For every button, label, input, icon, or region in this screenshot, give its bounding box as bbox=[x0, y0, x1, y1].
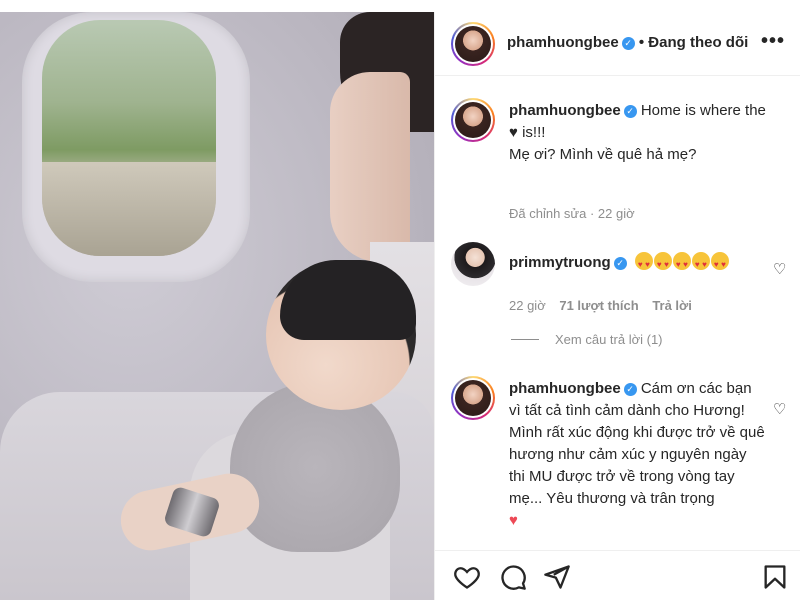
avatar[interactable] bbox=[451, 242, 495, 286]
caption-text: phamhuongbee ✓ Home is where the ♥ is!!! … bbox=[509, 102, 766, 163]
airplane-window bbox=[42, 20, 216, 256]
more-options-icon[interactable]: ••• bbox=[761, 30, 785, 53]
heart-eyes-emoji-icon bbox=[634, 252, 653, 276]
baby-bib bbox=[230, 382, 400, 552]
heart-eyes-emoji-icon bbox=[653, 252, 672, 276]
post-header: phamhuongbee ✓ • Đang theo dõi ••• bbox=[435, 12, 800, 76]
verified-icon: ✓ bbox=[623, 105, 637, 118]
caption-meta: Đã chỉnh sửa · 22 giờ bbox=[509, 206, 635, 221]
comment-username[interactable]: phamhuongbee bbox=[509, 380, 621, 397]
comment-icon[interactable] bbox=[499, 563, 527, 591]
likes-count[interactable]: 71 lượt thích bbox=[559, 298, 638, 313]
post-photo[interactable] bbox=[0, 12, 434, 600]
red-heart-icon: ♥ bbox=[509, 512, 518, 529]
caption-line2: Mẹ ơi? Mình về quê hả mẹ? bbox=[509, 146, 697, 163]
separator: • bbox=[638, 34, 645, 51]
comment-meta: 22 giờ 71 lượt thích Trả lời bbox=[509, 298, 692, 313]
heart-eyes-emoji-icon bbox=[691, 252, 710, 276]
heart-icon[interactable] bbox=[453, 563, 481, 591]
comment-username[interactable]: primmytruong bbox=[509, 254, 611, 271]
verified-icon: ✓ bbox=[623, 383, 637, 396]
heart-eyes-emoji-icon bbox=[672, 252, 691, 276]
comment-text: Cám ơn các bạn vì tất cả tình cảm dành c… bbox=[509, 380, 765, 507]
reply-button[interactable]: Trả lời bbox=[652, 298, 692, 313]
post-panel: phamhuongbee ✓ • Đang theo dõi ••• phamhu… bbox=[434, 12, 800, 600]
divider bbox=[511, 339, 539, 340]
avatar[interactable] bbox=[451, 22, 495, 66]
verified-icon: ✓ bbox=[613, 257, 627, 270]
share-icon[interactable] bbox=[543, 563, 571, 591]
verified-icon: ✓ bbox=[621, 37, 635, 50]
like-comment-icon[interactable]: ♡ bbox=[773, 260, 786, 278]
avatar[interactable] bbox=[451, 98, 495, 142]
following-button[interactable]: Đang theo dõi bbox=[648, 34, 748, 51]
heart-eyes-emoji-icon bbox=[710, 252, 729, 276]
view-replies-button[interactable]: Xem câu trả lời (1) bbox=[511, 332, 663, 347]
heart-eyes-emoji-row bbox=[634, 252, 730, 276]
like-comment-icon[interactable]: ♡ bbox=[773, 400, 786, 418]
bookmark-icon[interactable] bbox=[761, 563, 789, 591]
mother-face bbox=[330, 72, 410, 262]
black-heart-icon: ♥ bbox=[509, 124, 518, 141]
baby-hair bbox=[280, 260, 416, 340]
caption-username[interactable]: phamhuongbee bbox=[509, 102, 621, 119]
action-bar bbox=[435, 550, 800, 600]
avatar[interactable] bbox=[451, 376, 495, 420]
header-username[interactable]: phamhuongbee bbox=[507, 34, 619, 51]
